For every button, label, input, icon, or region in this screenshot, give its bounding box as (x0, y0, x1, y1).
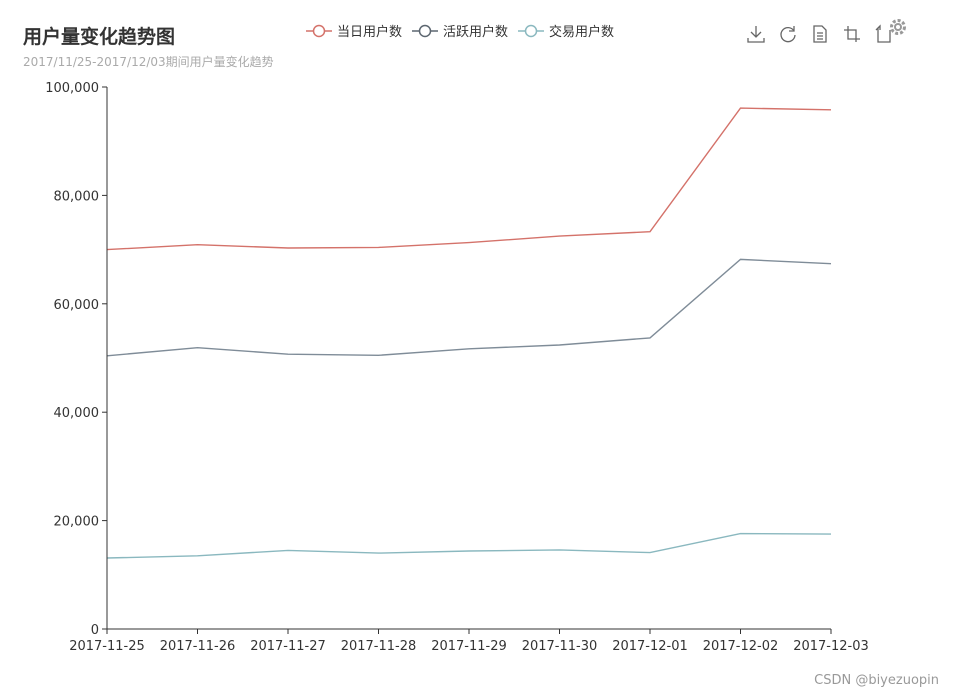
x-tick-label: 2017-11-29 (431, 639, 507, 654)
x-tick-label: 2017-11-27 (250, 639, 326, 654)
data-view-icon[interactable] (810, 24, 830, 44)
line-chart: 0 20,000 40,000 60,000 80,000 100,000 2017-11-… (45, 81, 869, 654)
x-tick-label: 2017-11-30 (522, 639, 598, 654)
chart-title: 用户量变化趋势图 (23, 26, 176, 48)
x-tick-label: 2017-12-03 (793, 639, 869, 654)
refresh-icon[interactable] (778, 24, 798, 44)
y-tick-label: 80,000 (54, 189, 100, 204)
legend-label-daily: 当日用户数 (337, 25, 403, 40)
legend-label-trade: 交易用户数 (549, 25, 615, 40)
series-line-1 (106, 258, 832, 357)
toolbox (746, 24, 894, 44)
chart-subtitle: 2017/11/25-2017/12/03期间用户量变化趋势 (23, 55, 274, 69)
legend-marker-active (412, 24, 439, 37)
y-tick-label: 0 (91, 623, 99, 638)
y-tick-label: 60,000 (54, 298, 100, 313)
y-tick-label: 100,000 (45, 81, 99, 96)
zoom-icon[interactable] (842, 24, 862, 44)
legend-item-daily[interactable]: 当日用户数 (306, 21, 402, 40)
legend-marker-trade (518, 24, 545, 37)
legend-item-active[interactable]: 活跃用户数 (412, 21, 508, 40)
watermark: CSDN @biyezuopin (814, 673, 939, 688)
x-tick-label: 2017-12-01 (612, 639, 688, 654)
legend-item-trade[interactable]: 交易用户数 (518, 21, 614, 40)
y-tick-label: 20,000 (54, 515, 100, 530)
x-tick-label: 2017-11-26 (160, 639, 236, 654)
download-icon[interactable] (746, 24, 766, 44)
gear-icon[interactable] (888, 17, 908, 37)
x-tick-label: 2017-12-02 (703, 639, 779, 654)
series-line-0 (106, 107, 832, 251)
series-line-2 (106, 532, 832, 559)
x-tick-label: 2017-11-28 (341, 639, 417, 654)
x-tick-label: 2017-11-25 (69, 639, 145, 654)
legend-label-active: 活跃用户数 (443, 25, 509, 40)
legend: 当日用户数 活跃用户数 交易用户数 (306, 21, 614, 40)
y-tick-label: 40,000 (54, 406, 100, 421)
legend-marker-daily (306, 24, 332, 37)
